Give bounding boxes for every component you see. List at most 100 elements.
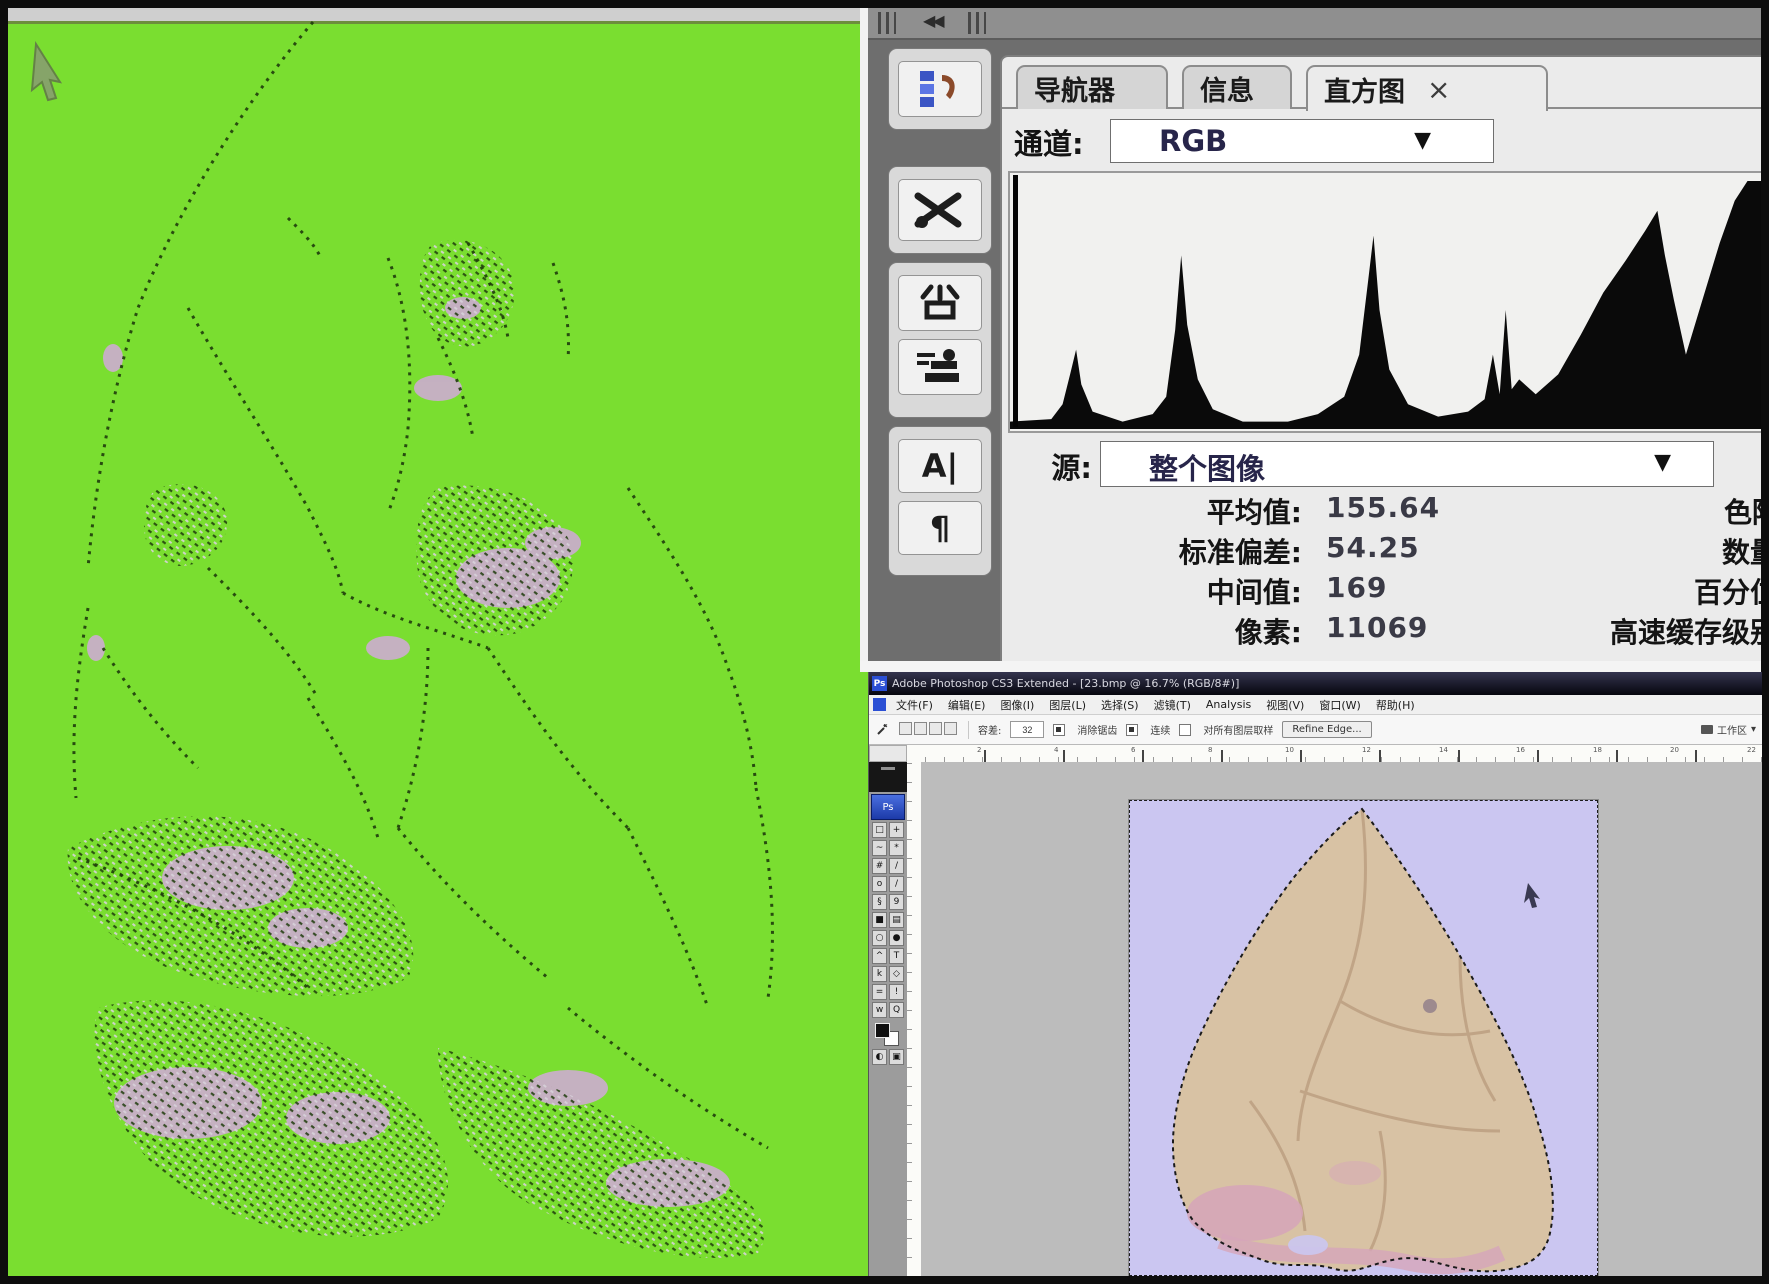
move-tool[interactable]: + [889,822,904,838]
channel-label: 通道: [1014,121,1084,163]
tab-navigator[interactable]: 导航器 [1016,65,1168,109]
tool-presets-panel-icon[interactable] [898,179,982,241]
color-swatches[interactable] [869,1021,907,1047]
tolerance-input[interactable] [1010,721,1044,738]
percentile-label: 百分位: [1694,571,1761,611]
magic-wand-tool[interactable]: * [889,840,904,856]
marquee-tool[interactable]: □ [872,822,887,838]
brush-tool[interactable]: / [889,876,904,892]
slice-tool[interactable]: / [889,858,904,874]
tolerance-label: 容差: [978,722,1001,737]
ruler-number: 18 [1593,746,1602,754]
selection-ants-artwork [8,8,868,1276]
quick-mask-button[interactable]: ◐ [872,1049,887,1065]
median-label: 中间值: [1002,571,1302,611]
menu-item[interactable]: 滤镜(T) [1154,697,1191,713]
dock-grip-icon[interactable] [878,12,896,34]
toolbox-grip[interactable] [869,762,907,792]
screenshot-frame: ◀◀ [0,0,1769,1284]
menu-bar: 文件(F) 编辑(E) 图像(I) 图层(L) 选择(S) 滤镜(T) Analysis 视图… [869,695,1762,715]
anti-alias-checkbox[interactable] [1053,724,1065,736]
canvas-pasteboard[interactable] [921,762,1762,1276]
dodge-tool[interactable]: ● [889,930,904,946]
tab-navigator-label: 导航器 [1034,69,1115,108]
app-icon-small [873,698,886,711]
notes-tool[interactable]: = [872,984,887,1000]
menu-item[interactable]: 选择(S) [1101,697,1139,713]
refine-edge-button[interactable]: Refine Edge... [1282,721,1371,738]
cursor-arrow [1524,883,1540,908]
eraser-tool[interactable]: ■ [872,912,887,928]
history-panel-icon[interactable] [898,61,982,117]
gradient-tool[interactable]: ▤ [889,912,904,928]
magic-wand-icon[interactable] [875,722,890,737]
foreground-color-swatch[interactable] [875,1023,890,1038]
dock-group-1 [888,48,992,130]
ruler-number: 14 [1439,746,1448,754]
source-select[interactable]: 整个图像 ▼ [1100,441,1714,487]
stddev-label: 标准偏差: [1002,531,1302,571]
menu-item[interactable]: 窗口(W) [1319,697,1360,713]
magnified-selection-view[interactable] [8,8,868,1276]
path-select-tool[interactable]: k [872,966,887,982]
app-icon: Ps [872,676,887,691]
toolbox: Ps □+~*#/o/§9■▤○●^Tk◇=!wQ ◐ ▣ [869,762,908,1276]
menu-item[interactable]: 文件(F) [896,697,933,713]
menu-item[interactable]: 编辑(E) [948,697,986,713]
clone-stamp-tool[interactable]: § [872,894,887,910]
pen-tool[interactable]: ^ [872,948,887,964]
ruler-number: 4 [1054,746,1058,754]
source-label: 源: [1020,445,1092,487]
window-title: Adobe Photoshop CS3 Extended - [23.bmp @… [892,677,1239,690]
stddev-value: 54.25 [1326,531,1420,564]
contiguous-checkbox[interactable] [1126,724,1138,736]
menu-item[interactable]: 图层(L) [1049,697,1086,713]
blur-tool[interactable]: ○ [872,930,887,946]
channel-select[interactable]: RGB ▼ [1110,119,1494,163]
window-titlebar[interactable]: Ps Adobe Photoshop CS3 Extended - [23.bm… [869,672,1762,695]
horizontal-ruler[interactable]: 246810121416182022 [907,745,1762,763]
selection-mode-buttons[interactable] [899,722,959,738]
lasso-tool[interactable]: ~ [872,840,887,856]
zoom-tool[interactable]: Q [889,1002,904,1018]
toolbox-ps-logo: Ps [871,794,905,820]
clone-source-panel-icon[interactable] [898,339,982,395]
collapse-dock-icon[interactable]: ◀◀ [923,11,942,30]
tab-info[interactable]: 信息 [1182,65,1292,109]
chevron-down-icon: ▾ [1751,724,1756,735]
document-image[interactable] [1129,800,1598,1276]
workspace-label: 工作区 [1717,722,1747,737]
tool-grid: □+~*#/o/§9■▤○●^Tk◇=!wQ [869,822,907,1018]
tab-histogram[interactable]: 直方图 × [1306,65,1548,111]
history-brush-tool[interactable]: 9 [889,894,904,910]
dock-group-4: A| ¶ [888,426,992,576]
count-label: 数量: [1722,531,1761,571]
brushes-panel-icon[interactable] [898,275,982,331]
dock-group-2 [888,166,992,254]
cursor-arrow [32,44,60,100]
close-tab-icon[interactable]: × [1427,73,1450,106]
healing-tool[interactable]: o [872,876,887,892]
shape-tool[interactable]: ◇ [889,966,904,982]
mean-label: 平均值: [1002,491,1302,531]
hand-tool[interactable]: w [872,1002,887,1018]
sample-all-layers-checkbox[interactable] [1179,724,1191,736]
stat-row-median: 中间值: 169 百分位: [1002,571,1761,609]
menu-item[interactable]: 帮助(H) [1376,697,1415,713]
histogram-left-line [1013,175,1018,427]
menu-item[interactable]: Analysis [1206,698,1251,711]
level-label: 色阶: [1724,491,1761,531]
paragraph-panel-icon[interactable]: ¶ [898,501,982,555]
mean-value: 155.64 [1326,491,1440,524]
menu-item[interactable]: 图像(I) [1000,697,1034,713]
screen-mode-button[interactable]: ▣ [889,1049,904,1065]
type-tool[interactable]: T [889,948,904,964]
workspace-control[interactable]: 工作区 ▾ [1701,722,1756,737]
eyedropper-tool[interactable]: ! [889,984,904,1000]
vertical-ruler[interactable] [907,762,922,1276]
dock-grip-icon[interactable] [968,12,986,34]
menu-item[interactable]: 视图(V) [1266,697,1304,713]
photoshop-window: Ps Adobe Photoshop CS3 Extended - [23.bm… [868,672,1762,1276]
crop-tool[interactable]: # [872,858,887,874]
character-panel-icon[interactable]: A| [898,439,982,493]
